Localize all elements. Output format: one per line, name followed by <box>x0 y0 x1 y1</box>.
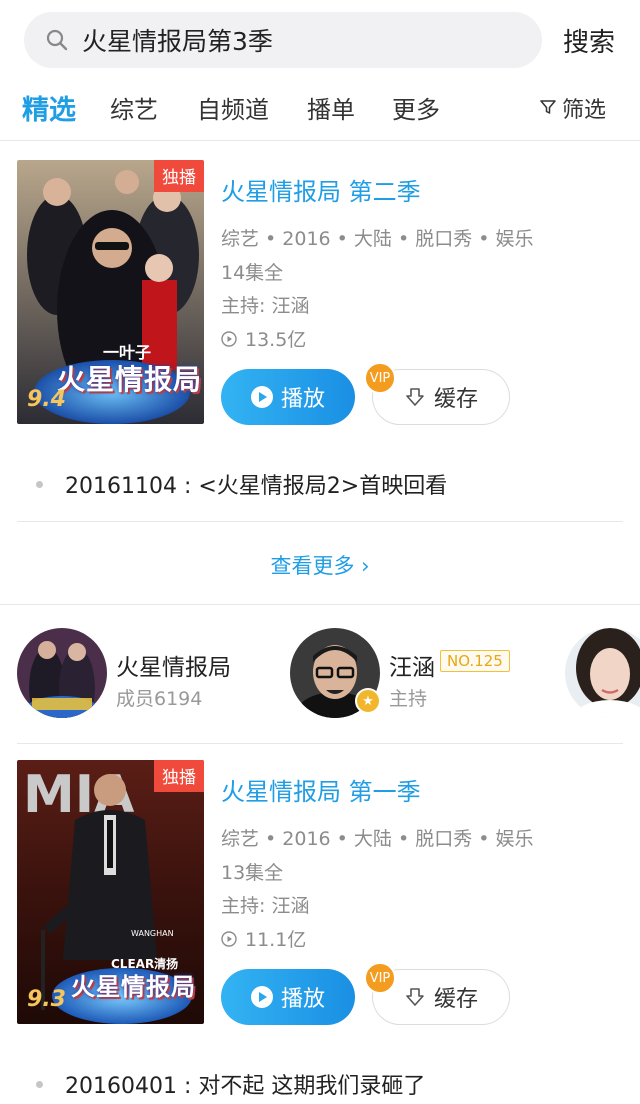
episode-count: 14集全 <box>221 262 284 284</box>
person-subtitle: 成员6194 <box>116 688 203 710</box>
tab-self-channel[interactable]: 自频道 <box>197 90 269 125</box>
play-icon <box>250 386 273 408</box>
play-count-icon <box>221 330 237 347</box>
poster-title-text: 火星情报局 <box>71 973 196 1001</box>
exclusive-badge: 独播 <box>154 760 204 792</box>
divider <box>17 743 623 744</box>
cache-label: 缓存 <box>433 987 478 1012</box>
person-name[interactable]: 汪涵 <box>389 648 435 682</box>
divider <box>0 140 640 141</box>
cache-label: 缓存 <box>433 387 478 412</box>
latest-episode-row[interactable]: 20160401 : 对不起 这期我们录砸了 <box>36 1068 425 1100</box>
view-count-value: 11.1亿 <box>245 929 307 951</box>
avatar-show[interactable] <box>17 628 107 718</box>
score-label: 9.4 <box>27 387 66 412</box>
person-subtitle: 主持 <box>389 688 428 710</box>
search-icon <box>46 29 68 51</box>
avatar-guest[interactable] <box>565 628 640 718</box>
related-people-row: 火星情报局 成员6194 ★ 汪涵 NO.125 主持 <box>0 612 640 742</box>
vip-badge: VIP <box>364 962 396 994</box>
play-button[interactable]: 播放 <box>221 369 355 425</box>
play-button[interactable]: 播放 <box>221 969 355 1025</box>
view-more-link[interactable]: 查看更多 › <box>0 550 640 580</box>
score-label: 9.3 <box>27 987 66 1012</box>
poster-title-text: 火星情报局 <box>57 363 203 396</box>
filter-label: 筛选 <box>562 98 607 123</box>
exclusive-badge: 独播 <box>154 160 204 192</box>
tab-more[interactable]: 更多 <box>392 90 440 125</box>
search-bar[interactable] <box>24 12 542 68</box>
search-input[interactable] <box>82 25 502 55</box>
rank-badge: NO.125 <box>440 650 510 672</box>
view-count: 13.5亿 <box>221 325 306 352</box>
person-name[interactable]: 火星情报局 <box>116 648 231 682</box>
download-icon <box>406 988 424 1006</box>
filter-icon <box>540 96 556 121</box>
show-title[interactable]: 火星情报局 第一季 <box>221 772 421 807</box>
episode-count: 13集全 <box>221 862 284 884</box>
show-poster[interactable]: 一叶子 独播 火星情报局 9.4 <box>17 160 204 424</box>
show-meta: 综艺 • 2016 • 大陆 • 脱口秀 • 娱乐 <box>221 828 534 850</box>
tab-featured[interactable]: 精选 <box>22 88 76 127</box>
show-poster[interactable]: MIA WANGHAN CLEAR清扬 独播 火星情报局 9.3 <box>17 760 204 1024</box>
play-count-icon <box>221 930 237 947</box>
play-label: 播放 <box>280 987 325 1012</box>
show-title[interactable]: 火星情报局 第二季 <box>221 172 421 207</box>
category-tabs: 精选 综艺 自频道 播单 更多 筛选 <box>0 80 640 136</box>
show-meta: 综艺 • 2016 • 大陆 • 脱口秀 • 娱乐 <box>221 228 534 250</box>
bullet-dot <box>36 1080 43 1088</box>
star-icon: ★ <box>355 688 381 714</box>
download-icon <box>406 388 424 406</box>
divider <box>0 604 640 605</box>
search-button[interactable]: 搜索 <box>563 22 615 59</box>
latest-episode-text: 20161104 : <火星情报局2>首映回看 <box>65 474 448 499</box>
host-label: 主持: 汪涵 <box>221 295 310 317</box>
play-icon <box>250 986 273 1008</box>
latest-episode-row[interactable]: 20161104 : <火星情报局2>首映回看 <box>36 468 447 500</box>
host-label: 主持: 汪涵 <box>221 895 310 917</box>
latest-episode-text: 20160401 : 对不起 这期我们录砸了 <box>65 1074 426 1099</box>
poster-name: WANGHAN <box>131 929 174 938</box>
view-count: 11.1亿 <box>221 925 306 952</box>
tab-variety[interactable]: 综艺 <box>110 90 158 125</box>
vip-badge: VIP <box>364 362 396 394</box>
play-label: 播放 <box>280 387 325 412</box>
bullet-dot <box>36 480 43 488</box>
filter-button[interactable]: 筛选 <box>540 92 606 124</box>
divider <box>17 521 623 522</box>
view-count-value: 13.5亿 <box>245 329 307 351</box>
tab-playlist[interactable]: 播单 <box>307 90 355 125</box>
